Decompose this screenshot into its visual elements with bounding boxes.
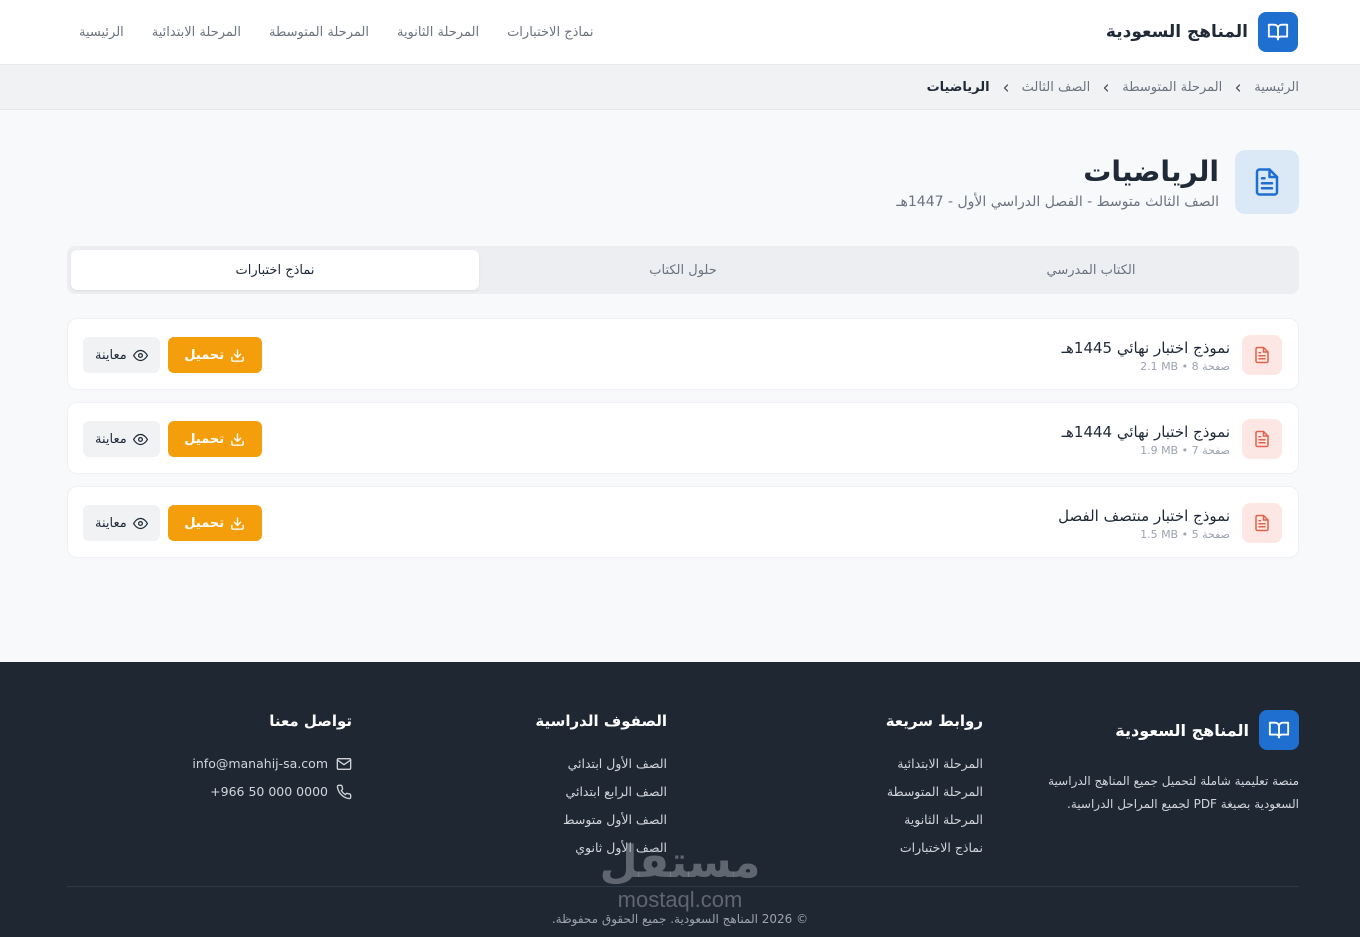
preview-label: معاينة (95, 515, 127, 531)
site-footer: المناهج السعودية منصة تعليمية شاملة لتحم… (0, 662, 1360, 937)
footer-divider (67, 886, 1299, 887)
footer-grade-link[interactable]: الصف الأول ابتدائي (467, 750, 667, 778)
page-subtitle: الصف الثالث متوسط - الفصل الدراسي الأول … (896, 194, 1219, 210)
nav-link-home[interactable]: الرئيسية (79, 25, 124, 40)
footer-grades: الصفوف الدراسية الصف الأول ابتدائي الصف … (467, 710, 667, 862)
chevron-left-icon (1000, 82, 1012, 94)
breadcrumb-current: الرياضيات (926, 80, 990, 95)
pdf-file-icon (1242, 419, 1282, 459)
file-meta: 1.9 MB • 7 صفحة (1140, 443, 1230, 457)
contact-phone-text: +966 50 000 0000 (210, 784, 328, 799)
brand-name: المناهج السعودية (1105, 22, 1248, 42)
eye-icon (132, 348, 148, 363)
breadcrumb-stage[interactable]: المرحلة المتوسطة (1122, 80, 1222, 95)
tab-exam-samples[interactable]: نماذج اختبارات (71, 250, 479, 290)
download-icon (230, 348, 245, 363)
footer-contact: تواصل معنا info@manahij-sa.com +966 50 0… (152, 710, 352, 806)
footer-quick-links: روابط سريعة المرحلة الابتدائية المرحلة ا… (783, 710, 983, 862)
chevron-left-icon (1232, 82, 1244, 94)
footer-description: منصة تعليمية شاملة لتحميل جميع المناهج ا… (1048, 774, 1299, 811)
download-button[interactable]: تحميل (167, 337, 262, 373)
download-label: تحميل (184, 515, 225, 531)
footer-quick-links-title: روابط سريعة (885, 712, 983, 730)
file-meta: 2.1 MB • 8 صفحة (1140, 359, 1230, 373)
footer-grade-link[interactable]: الصف الأول متوسط (467, 806, 667, 834)
breadcrumb: الرئيسية المرحلة المتوسطة الصف الثالث ال… (927, 65, 1299, 110)
list-item: نموذج اختبار نهائي 1444هـ 1.9 MB • 7 صفح… (67, 402, 1299, 474)
preview-label: معاينة (95, 431, 127, 447)
contact-email-text: info@manahij-sa.com (192, 756, 328, 771)
preview-button[interactable]: معاينة (83, 421, 160, 457)
contact-phone[interactable]: +966 50 000 0000 (152, 778, 352, 806)
footer-about: المناهج السعودية منصة تعليمية شاملة لتحم… (1039, 710, 1299, 816)
breadcrumb-home[interactable]: الرئيسية (1254, 80, 1299, 95)
tab-textbook[interactable]: الكتاب المدرسي (887, 250, 1295, 290)
contact-email[interactable]: info@manahij-sa.com (152, 750, 352, 778)
page-title: الرياضيات (1083, 155, 1219, 188)
preview-button[interactable]: معاينة (83, 505, 160, 541)
nav-link-secondary[interactable]: المرحلة الثانوية (397, 25, 479, 40)
main-nav: نماذج الاختبارات المرحلة الثانوية المرحل… (79, 0, 593, 65)
brand-logo[interactable]: المناهج السعودية (1106, 12, 1298, 52)
mail-icon (336, 756, 352, 772)
document-icon (1235, 150, 1299, 214)
file-title: نموذج اختبار نهائي 1444هـ (1061, 422, 1230, 441)
footer-link[interactable]: المرحلة المتوسطة (783, 778, 983, 806)
chevron-left-icon (1100, 82, 1112, 94)
footer-contact-title: تواصل معنا (269, 712, 352, 730)
footer-link[interactable]: المرحلة الثانوية (783, 806, 983, 834)
footer-link[interactable]: المرحلة الابتدائية (783, 750, 983, 778)
footer-brand-name: المناهج السعودية (1115, 720, 1249, 740)
nav-link-intermediate[interactable]: المرحلة المتوسطة (269, 25, 369, 40)
file-meta: 1.5 MB • 5 صفحة (1140, 527, 1230, 541)
footer-grade-link[interactable]: الصف الرابع ابتدائي (467, 778, 667, 806)
pdf-file-icon (1242, 335, 1282, 375)
eye-icon (132, 432, 148, 447)
download-button[interactable]: تحميل (167, 505, 262, 541)
book-icon (1259, 710, 1299, 750)
download-icon (230, 516, 245, 531)
site-header: المناهج السعودية نماذج الاختبارات المرحل… (0, 0, 1360, 65)
footer-grades-title: الصفوف الدراسية (535, 712, 667, 730)
preview-button[interactable]: معاينة (83, 337, 160, 373)
breadcrumb-bar: الرئيسية المرحلة المتوسطة الصف الثالث ال… (0, 65, 1360, 110)
file-title: نموذج اختبار نهائي 1445هـ (1061, 338, 1230, 357)
content-tabs: الكتاب المدرسي حلول الكتاب نماذج اختبارا… (67, 246, 1299, 294)
page-heading: الرياضيات الصف الثالث متوسط - الفصل الدر… (896, 150, 1299, 214)
nav-link-exams[interactable]: نماذج الاختبارات (507, 25, 593, 40)
download-icon (230, 432, 245, 447)
footer-link[interactable]: نماذج الاختبارات (783, 834, 983, 862)
footer-grade-link[interactable]: الصف الأول ثانوي (467, 834, 667, 862)
pdf-file-icon (1242, 503, 1282, 543)
eye-icon (132, 516, 148, 531)
breadcrumb-grade[interactable]: الصف الثالث (1022, 80, 1091, 95)
tab-solutions[interactable]: حلول الكتاب (479, 250, 887, 290)
file-list: نموذج اختبار نهائي 1445هـ 2.1 MB • 8 صفح… (67, 318, 1299, 570)
download-label: تحميل (184, 431, 225, 447)
nav-link-primary[interactable]: المرحلة الابتدائية (152, 25, 241, 40)
copyright: © 2026 المناهج السعودية. جميع الحقوق محف… (551, 912, 809, 926)
preview-label: معاينة (95, 347, 127, 363)
list-item: نموذج اختبار منتصف الفصل 1.5 MB • 5 صفحة… (67, 486, 1299, 558)
download-button[interactable]: تحميل (167, 421, 262, 457)
book-icon (1258, 12, 1298, 52)
list-item: نموذج اختبار نهائي 1445هـ 2.1 MB • 8 صفح… (67, 318, 1299, 390)
phone-icon (336, 784, 352, 800)
file-title: نموذج اختبار منتصف الفصل (1058, 506, 1230, 525)
download-label: تحميل (184, 347, 225, 363)
